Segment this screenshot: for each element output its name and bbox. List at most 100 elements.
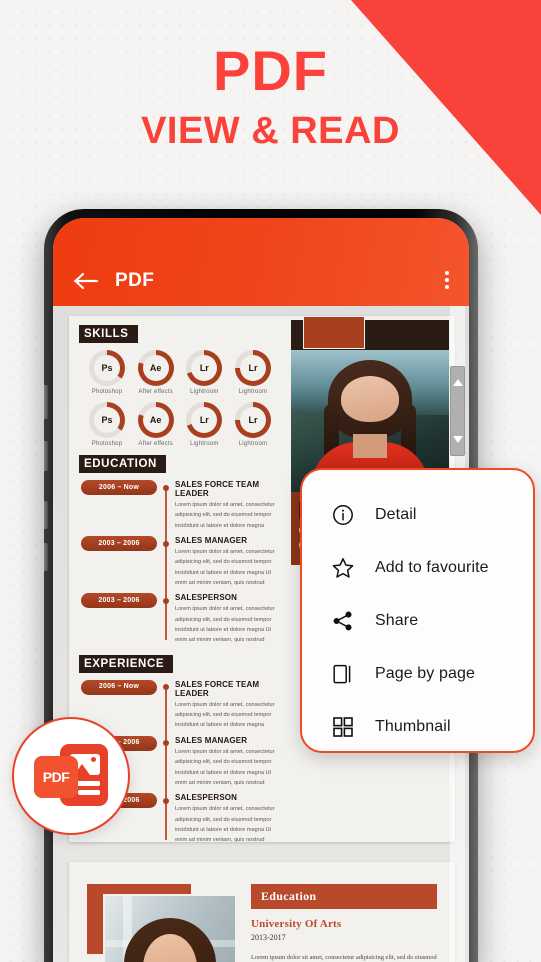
timeline-dot (163, 797, 169, 804)
skill-abbr: Lr (199, 415, 209, 425)
promo-headline: PDF VIEW & READ (0, 40, 541, 154)
timeline-text: Lorem ipsum dolor sit amet, consectetur … (175, 701, 275, 729)
experience-heading: EXPERIENCE (79, 654, 174, 673)
phone-side-button-2[interactable] (44, 441, 48, 471)
timeline-title: SALES MANAGER (175, 536, 248, 546)
page2-text-block: Education University Of Arts 2013-2017 L… (237, 884, 437, 962)
timeline-item: 2006 – Now SALES FORCE TEAM LEADER Lorem… (81, 679, 281, 731)
page2-portrait-photo (103, 894, 237, 962)
resume-header-accent (303, 316, 365, 349)
skills-heading: SKILLS (79, 325, 138, 343)
star-outline-icon (330, 555, 356, 581)
menu-label: Add to favourite (375, 558, 489, 576)
skill-ring: Lr (234, 402, 271, 438)
skill-abbr: Ps (101, 363, 113, 373)
phone-side-button-1[interactable] (44, 385, 48, 419)
skill-ring: Ps (89, 402, 125, 438)
skill-label: Lightroom (190, 389, 219, 395)
skills-row: Ps Photoshop Ae After effects Lr Lightro… (79, 402, 281, 447)
promo-subtitle: VIEW & READ (141, 110, 400, 152)
menu-label: Share (375, 611, 419, 629)
page-icon (330, 661, 356, 687)
education-timeline: 2006 – Now SALES FORCE TEAM LEADER Lorem… (79, 480, 281, 646)
timeline-title: SALES FORCE TEAM LEADER (175, 480, 260, 498)
skill-item: Lr Lightroom (229, 350, 277, 395)
info-circle-icon (330, 502, 356, 528)
timeline-date: 2006 – Now (81, 480, 157, 495)
page2-school-name: University Of Arts (251, 918, 342, 930)
education-heading: EDUCATION (79, 455, 166, 473)
skill-abbr: Ps (101, 415, 113, 425)
pdf-image-document-icon: PDF (34, 744, 108, 806)
timeline-title: SALESPERSON (175, 793, 238, 803)
timeline-body: SALES MANAGER Lorem ipsum dolor sit amet… (175, 536, 281, 588)
overflow-menu: Detail Add to favourite Share Page by pa… (300, 468, 535, 753)
scrollbar-thumb[interactable] (450, 366, 465, 456)
promo-title: PDF (213, 39, 328, 102)
timeline-text: Lorem ipsum dolor sit amet, consectetur … (175, 606, 275, 644)
timeline-date: 2003 – 2006 (81, 593, 157, 609)
page2-section-title: Education (251, 884, 437, 909)
app-bar: PDF (53, 218, 469, 306)
timeline-title: SALES MANAGER (175, 735, 248, 745)
menu-item-detail[interactable]: Detail (302, 488, 533, 541)
timeline-text: Lorem ipsum dolor sit amet, consectetur … (175, 502, 275, 529)
skill-ring: Ps (89, 350, 125, 386)
skill-item: Ae After effects (132, 402, 180, 447)
resume-header-bar (291, 316, 449, 350)
timeline-text: Lorem ipsum dolor sit amet, consectetur … (175, 806, 275, 844)
timeline-dot (163, 740, 169, 747)
timeline-item: 2006 – Now SALES FORCE TEAM LEADER Lorem… (81, 480, 281, 531)
badge-pdf-label: PDF (42, 769, 70, 785)
timeline-text: Lorem ipsum dolor sit amet, consectetur … (175, 549, 275, 587)
pdf-page-2: Education University Of Arts 2013-2017 L… (69, 862, 455, 962)
skill-label: After effects (138, 441, 173, 447)
menu-item-thumbnail[interactable]: Thumbnail (302, 700, 533, 753)
timeline-title: SALES FORCE TEAM LEADER (175, 679, 260, 698)
menu-item-add-to-favourite[interactable]: Add to favourite (302, 541, 533, 594)
arrow-left-icon[interactable] (73, 270, 99, 292)
menu-label: Thumbnail (375, 717, 451, 735)
app-icon-badge[interactable]: PDF (12, 717, 130, 835)
timeline-body: SALES MANAGER Lorem ipsum dolor sit amet… (175, 736, 281, 788)
phone-side-button-3[interactable] (44, 501, 48, 529)
skill-item: Lr Lightroom (180, 402, 228, 447)
skill-label: Lightroom (238, 441, 268, 447)
menu-item-page-by-page[interactable]: Page by page (302, 647, 533, 700)
badge-document-front: PDF (34, 756, 78, 798)
skill-abbr: Lr (199, 363, 209, 373)
timeline-text: Lorem ipsum dolor sit amet, consectetur … (175, 748, 275, 786)
timeline-item: 2003 – 2006 SALES MANAGER Lorem ipsum do… (81, 536, 281, 588)
timeline-body: SALES FORCE TEAM LEADER Lorem ipsum dolo… (175, 680, 281, 731)
timeline-dot (163, 684, 169, 691)
badge-line (78, 790, 100, 795)
skill-ring: Ae (137, 350, 174, 386)
skill-ring: Lr (186, 350, 223, 386)
timeline-dot (163, 540, 169, 547)
triangle-down-icon[interactable] (452, 436, 463, 443)
timeline-item: 2003 – 2006 SALESPERSON Lorem ipsum dolo… (81, 593, 281, 645)
timeline-date: 2003 – 2006 (81, 536, 157, 552)
triangle-up-icon[interactable] (452, 379, 463, 386)
skill-abbr: Ae (149, 363, 162, 373)
skill-label: Lightroom (190, 441, 219, 447)
skill-abbr: Lr (248, 415, 258, 425)
menu-label: Page by page (375, 664, 475, 682)
more-vertical-icon[interactable] (445, 271, 449, 289)
timeline-title: SALESPERSON (175, 593, 238, 603)
timeline-date: 2006 – Now (81, 679, 157, 695)
skill-ring: Lr (234, 350, 271, 386)
timeline-dot (163, 484, 169, 491)
menu-label: Detail (375, 505, 417, 523)
page2-description: Lorem ipsum dolor sit amet, consectetur … (251, 954, 437, 961)
skill-ring: Lr (186, 402, 223, 438)
timeline-body: SALESPERSON Lorem ipsum dolor sit amet, … (175, 793, 281, 845)
skill-label: After effects (138, 389, 173, 395)
menu-item-share[interactable]: Share (302, 594, 533, 647)
skill-abbr: Lr (248, 363, 258, 373)
share-nodes-icon (330, 608, 356, 634)
app-bar-title: PDF (115, 270, 155, 291)
skill-item: Ps Photoshop (83, 402, 131, 447)
phone-side-button-4[interactable] (44, 543, 48, 571)
skill-label: Photoshop (91, 389, 123, 395)
